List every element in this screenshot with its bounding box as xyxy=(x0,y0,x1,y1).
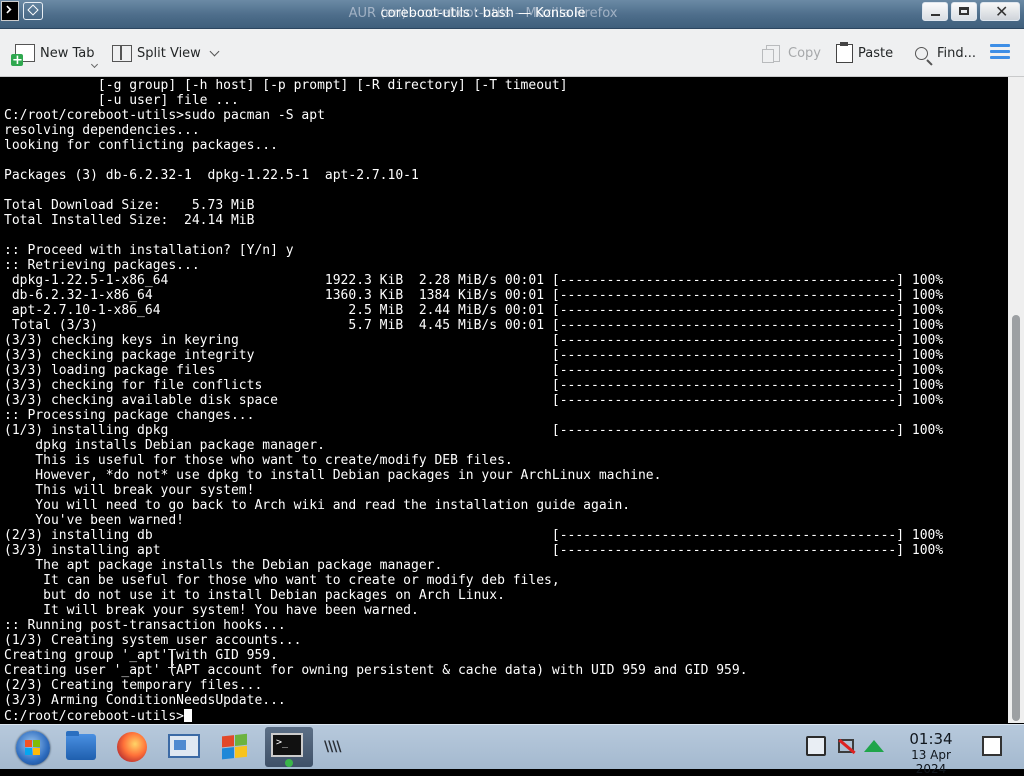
terminal-line: Total Download Size: 5.73 MiB xyxy=(4,198,255,213)
konsole-toolbar: New Tab Split View Copy Paste Find... xyxy=(0,29,1024,77)
active-indicator-icon xyxy=(285,759,293,767)
taskbar-system-monitor[interactable] xyxy=(160,727,208,767)
terminal-line: (3/3) Arming ConditionNeedsUpdate... xyxy=(4,693,286,708)
system-monitor-icon xyxy=(168,734,200,758)
clock-time: 01:34 xyxy=(909,730,953,748)
terminal-line: Creating group '_apt' with GID 959. xyxy=(4,648,278,663)
ibeam-cursor-icon xyxy=(168,649,176,668)
start-button[interactable] xyxy=(0,727,64,767)
file-manager-icon xyxy=(66,731,96,760)
text-cursor xyxy=(184,709,193,722)
taskbar-firefox[interactable] xyxy=(110,727,158,767)
konsole-icon xyxy=(271,733,303,757)
updates-icon[interactable] xyxy=(864,736,884,756)
terminal-line: (3/3) installing apt [------------------… xyxy=(4,543,944,558)
terminal-line: Creating user '_apt' (APT account for ow… xyxy=(4,663,748,678)
terminal-line: It will break your system! You have been… xyxy=(4,603,419,618)
find-button[interactable]: Find... xyxy=(915,41,976,65)
taskbar-file-manager[interactable] xyxy=(58,727,106,767)
taskbar-windows-app[interactable] xyxy=(212,727,260,767)
terminal-line: You've been warned! xyxy=(4,513,185,528)
terminal-line: The apt package installs the Debian pack… xyxy=(4,558,443,573)
paste-button[interactable]: Paste xyxy=(836,41,893,65)
terminal-output: [-g group] [-h host] [-p prompt] [-R dir… xyxy=(4,78,943,708)
terminal-line: (3/3) loading package files [-----------… xyxy=(4,363,944,378)
terminal-line: [-u user] file ... xyxy=(4,93,239,108)
terminal-line: (1/3) Creating system user accounts... xyxy=(4,633,302,648)
terminal-line: This will break your system! xyxy=(4,483,255,498)
close-icon: ✕ xyxy=(995,2,1009,21)
taskbar-virtual-machine[interactable]: \\\\ xyxy=(318,727,366,767)
terminal-line: (3/3) checking for file conflicts [-----… xyxy=(4,378,944,393)
minimize-button[interactable] xyxy=(922,2,948,21)
copy-icon xyxy=(762,44,780,63)
split-view-icon xyxy=(112,44,132,62)
new-tab-button[interactable]: New Tab xyxy=(11,41,95,68)
virtual-machine-icon: \\\\ xyxy=(324,739,341,755)
taskbar-konsole[interactable] xyxy=(265,727,313,767)
terminal-line: Total Installed Size: 24.14 MiB xyxy=(4,213,255,228)
split-view-label: Split View xyxy=(137,45,201,61)
paste-label: Paste xyxy=(858,45,894,61)
clock-date: 13 Apr 2024 xyxy=(911,748,951,776)
terminal-line: It can be useful for those who want to c… xyxy=(4,573,560,588)
maximize-button[interactable] xyxy=(951,2,977,21)
minimize-icon xyxy=(931,14,940,16)
terminal-line: db-6.2.32-1-x86_64 1360.3 KiB 1384 KiB/s… xyxy=(4,288,944,303)
terminal-line: :: Retrieving packages... xyxy=(4,258,200,273)
terminal-prompt: C:/root/coreboot-utils> xyxy=(4,709,185,723)
terminal-prompt-line[interactable]: C:/root/coreboot-utils> xyxy=(4,709,193,723)
terminal-line: :: Proceed with installation? [Y/n] y xyxy=(4,243,294,258)
window-titlebar[interactable]: AUR (en) – coreboot-utils – Mozilla Fire… xyxy=(0,0,1024,29)
terminal-line: This is useful for those who want to cre… xyxy=(4,453,513,468)
terminal-line: Packages (3) db-6.2.32-1 dpkg-1.22.5-1 a… xyxy=(4,168,419,183)
find-label: Find... xyxy=(937,45,977,61)
show-desktop-icon[interactable] xyxy=(982,736,1002,756)
copy-label: Copy xyxy=(788,45,821,61)
split-view-button[interactable]: Split View xyxy=(112,41,220,65)
terminal-line: (1/3) installing dpkg [-----------------… xyxy=(4,423,944,438)
terminal-line: dpkg-1.22.5-1-x86_64 1922.3 KiB 2.28 MiB… xyxy=(4,273,944,288)
close-button[interactable]: ✕ xyxy=(980,2,1020,21)
terminal-line: (3/3) checking keys in keyring [--------… xyxy=(4,333,944,348)
terminal-line: :: Processing package changes... xyxy=(4,408,255,423)
terminal-line: (2/3) installing db [-------------------… xyxy=(4,528,944,543)
terminal-line: but do not use it to install Debian pack… xyxy=(4,588,505,603)
maximize-icon xyxy=(959,7,969,15)
search-icon xyxy=(915,46,928,60)
chevron-down-icon xyxy=(209,46,220,56)
terminal-line: :: Running post-transaction hooks... xyxy=(4,618,286,633)
scrollbar-thumb[interactable] xyxy=(1012,315,1020,721)
terminal-line: Total (3/3) 5.7 MiB 4.45 MiB/s 00:01 [--… xyxy=(4,318,944,333)
window-title: coreboot-utils : bash — Konsole xyxy=(380,6,586,21)
terminal-line: [-g group] [-h host] [-p prompt] [-R dir… xyxy=(4,78,568,93)
network-disconnected-icon[interactable] xyxy=(836,736,856,756)
paste-icon xyxy=(836,41,853,63)
terminal-line: apt-2.7.10-1-x86_64 2.5 MiB 2.44 MiB/s 0… xyxy=(4,303,944,318)
terminal-line: C:/root/coreboot-utils>sudo pacman -S ap… xyxy=(4,108,325,123)
terminal-line: You will need to go back to Arch wiki an… xyxy=(4,498,631,513)
terminal-line: However, *do not* use dpkg to install De… xyxy=(4,468,662,483)
windows-logo-icon xyxy=(222,733,248,761)
terminal-line: (3/3) checking available disk space [---… xyxy=(4,393,944,408)
terminal-line: looking for conflicting packages... xyxy=(4,138,278,153)
new-tab-label: New Tab xyxy=(40,45,95,61)
new-tab-icon xyxy=(11,44,35,68)
firefox-icon xyxy=(117,732,147,762)
terminal-line: (2/3) Creating temporary files... xyxy=(4,678,263,693)
terminal-view[interactable]: [-g group] [-h host] [-p prompt] [-R dir… xyxy=(0,77,1008,723)
terminal-scrollbar[interactable] xyxy=(1008,77,1024,723)
hamburger-menu-icon[interactable] xyxy=(990,44,1010,60)
terminal-line: (3/3) checking package integrity [------… xyxy=(4,348,944,363)
terminal-line: resolving dependencies... xyxy=(4,123,200,138)
terminal-line: dpkg installs Debian package manager. xyxy=(4,438,325,453)
system-clock[interactable]: 01:34 13 Apr 2024 xyxy=(896,731,966,776)
copy-button[interactable]: Copy xyxy=(762,41,821,65)
clipboard-icon[interactable] xyxy=(806,736,826,756)
start-orb-icon xyxy=(16,731,50,765)
